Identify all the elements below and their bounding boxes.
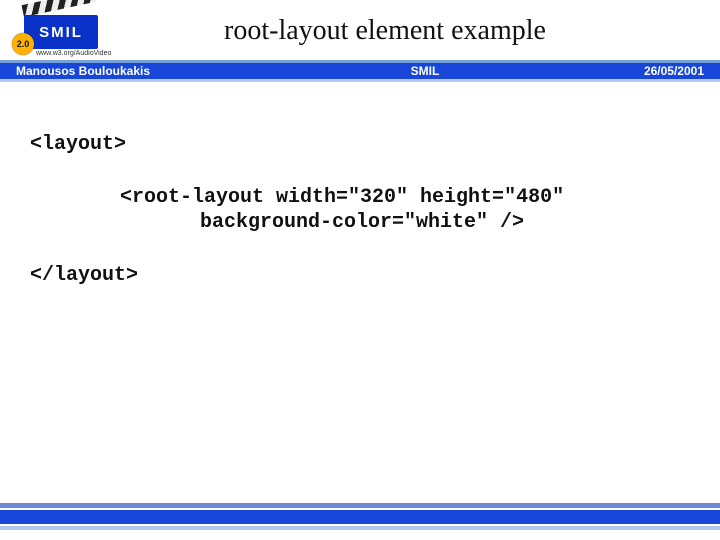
slide: SMIL 2.0 www.w3.org/AudioVideo root-layo… [0,0,720,540]
clapper-body-icon: SMIL [24,15,98,49]
code-line-close: </layout> [30,235,690,288]
bar-main: Manousos Bouloukakis SMIL 26/05/2001 [0,63,720,79]
code-block: <layout> <root-layout width="320" height… [0,82,720,288]
logo-url: www.w3.org/AudioVideo [36,50,111,57]
slide-title: root-layout element example [120,15,710,47]
smil-logo: SMIL 2.0 www.w3.org/AudioVideo [10,5,120,57]
code-line-open: <layout> [30,132,690,157]
footer-bars [0,503,720,530]
author-name: Manousos Bouloukakis [16,64,246,78]
logo-text: SMIL [39,24,83,41]
code-line-1: <root-layout width="320" height="480" [30,157,690,210]
info-bar: Manousos Bouloukakis SMIL 26/05/2001 [0,60,720,82]
version-badge: 2.0 [12,33,34,55]
footer-accent-1 [0,503,720,508]
header: SMIL 2.0 www.w3.org/AudioVideo root-layo… [0,0,720,58]
bar-accent-bottom [0,79,720,82]
footer-accent-2 [0,510,720,524]
code-line-2: background-color="white" /> [30,210,690,235]
slide-date: 26/05/2001 [604,64,704,78]
bar-center-label: SMIL [246,64,604,78]
footer-accent-3 [0,526,720,530]
